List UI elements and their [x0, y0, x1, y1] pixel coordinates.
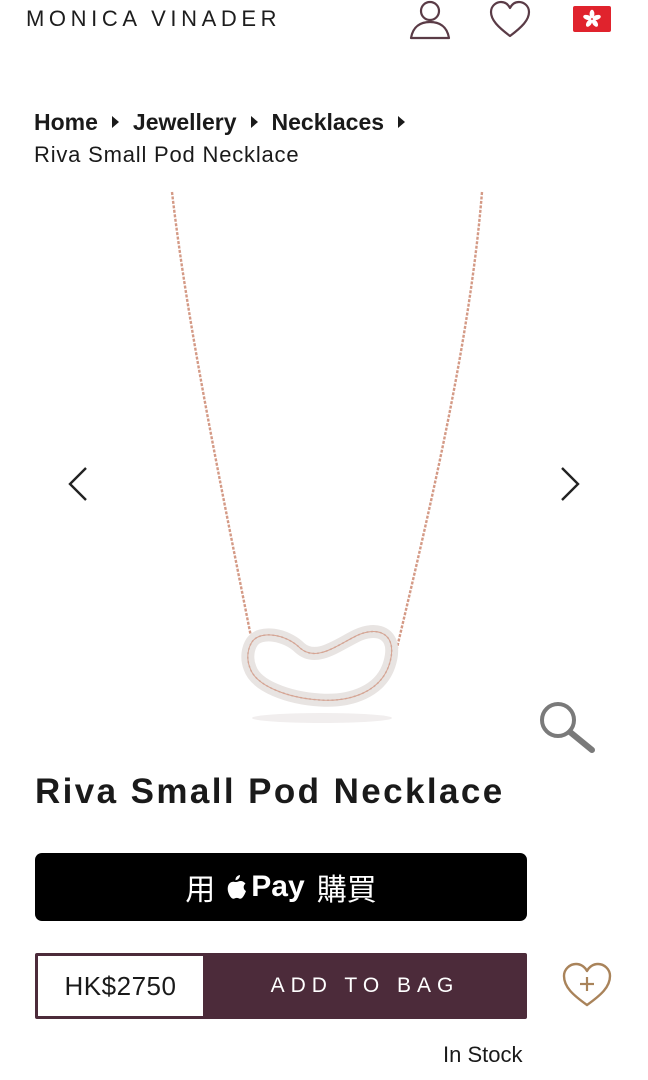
breadcrumb-jewellery-link[interactable]: Jewellery: [133, 109, 237, 136]
breadcrumb-separator-icon: [250, 116, 258, 128]
brand-logo[interactable]: MONICA VINADER: [26, 6, 281, 32]
purchase-bar: HK$2750 ADD TO BAG: [35, 953, 527, 1019]
zoom-button[interactable]: [534, 698, 600, 756]
apple-pay-button[interactable]: 用 Pay 購買: [35, 853, 527, 921]
product-image[interactable]: [160, 190, 500, 730]
product-gallery: [0, 190, 648, 760]
magnifier-icon: [540, 702, 595, 753]
apple-pay-suffix: 購買: [316, 874, 377, 907]
breadcrumb-separator-icon: [111, 116, 119, 128]
hong-kong-flag-icon[interactable]: [570, 4, 614, 34]
wishlist-heart-icon[interactable]: [487, 0, 533, 40]
heart-plus-icon: [562, 962, 612, 1007]
site-header: MONICA VINADER: [0, 0, 648, 48]
apple-logo-icon: [225, 874, 247, 900]
stock-status: In Stock: [443, 1042, 523, 1067]
apple-pay-label: Pay: [251, 870, 305, 903]
gallery-prev-button[interactable]: [58, 462, 98, 506]
product-price: HK$2750: [38, 956, 203, 1016]
breadcrumb-separator-icon: [398, 116, 406, 128]
chevron-right-icon: [561, 467, 580, 501]
add-to-bag-button[interactable]: ADD TO BAG: [203, 953, 527, 1019]
add-to-wishlist-button[interactable]: [560, 960, 614, 1010]
chevron-left-icon: [68, 467, 87, 501]
breadcrumb: Home Jewellery Necklaces Riva Small Pod …: [34, 106, 624, 168]
apple-pay-prefix: 用: [185, 874, 216, 907]
product-title: Riva Small Pod Necklace: [35, 772, 505, 811]
breadcrumb-necklaces-link[interactable]: Necklaces: [272, 109, 385, 136]
breadcrumb-current-page: Riva Small Pod Necklace: [34, 142, 300, 167]
breadcrumb-home-link[interactable]: Home: [34, 109, 98, 136]
gallery-next-button[interactable]: [550, 462, 590, 506]
account-icon[interactable]: [407, 0, 453, 40]
